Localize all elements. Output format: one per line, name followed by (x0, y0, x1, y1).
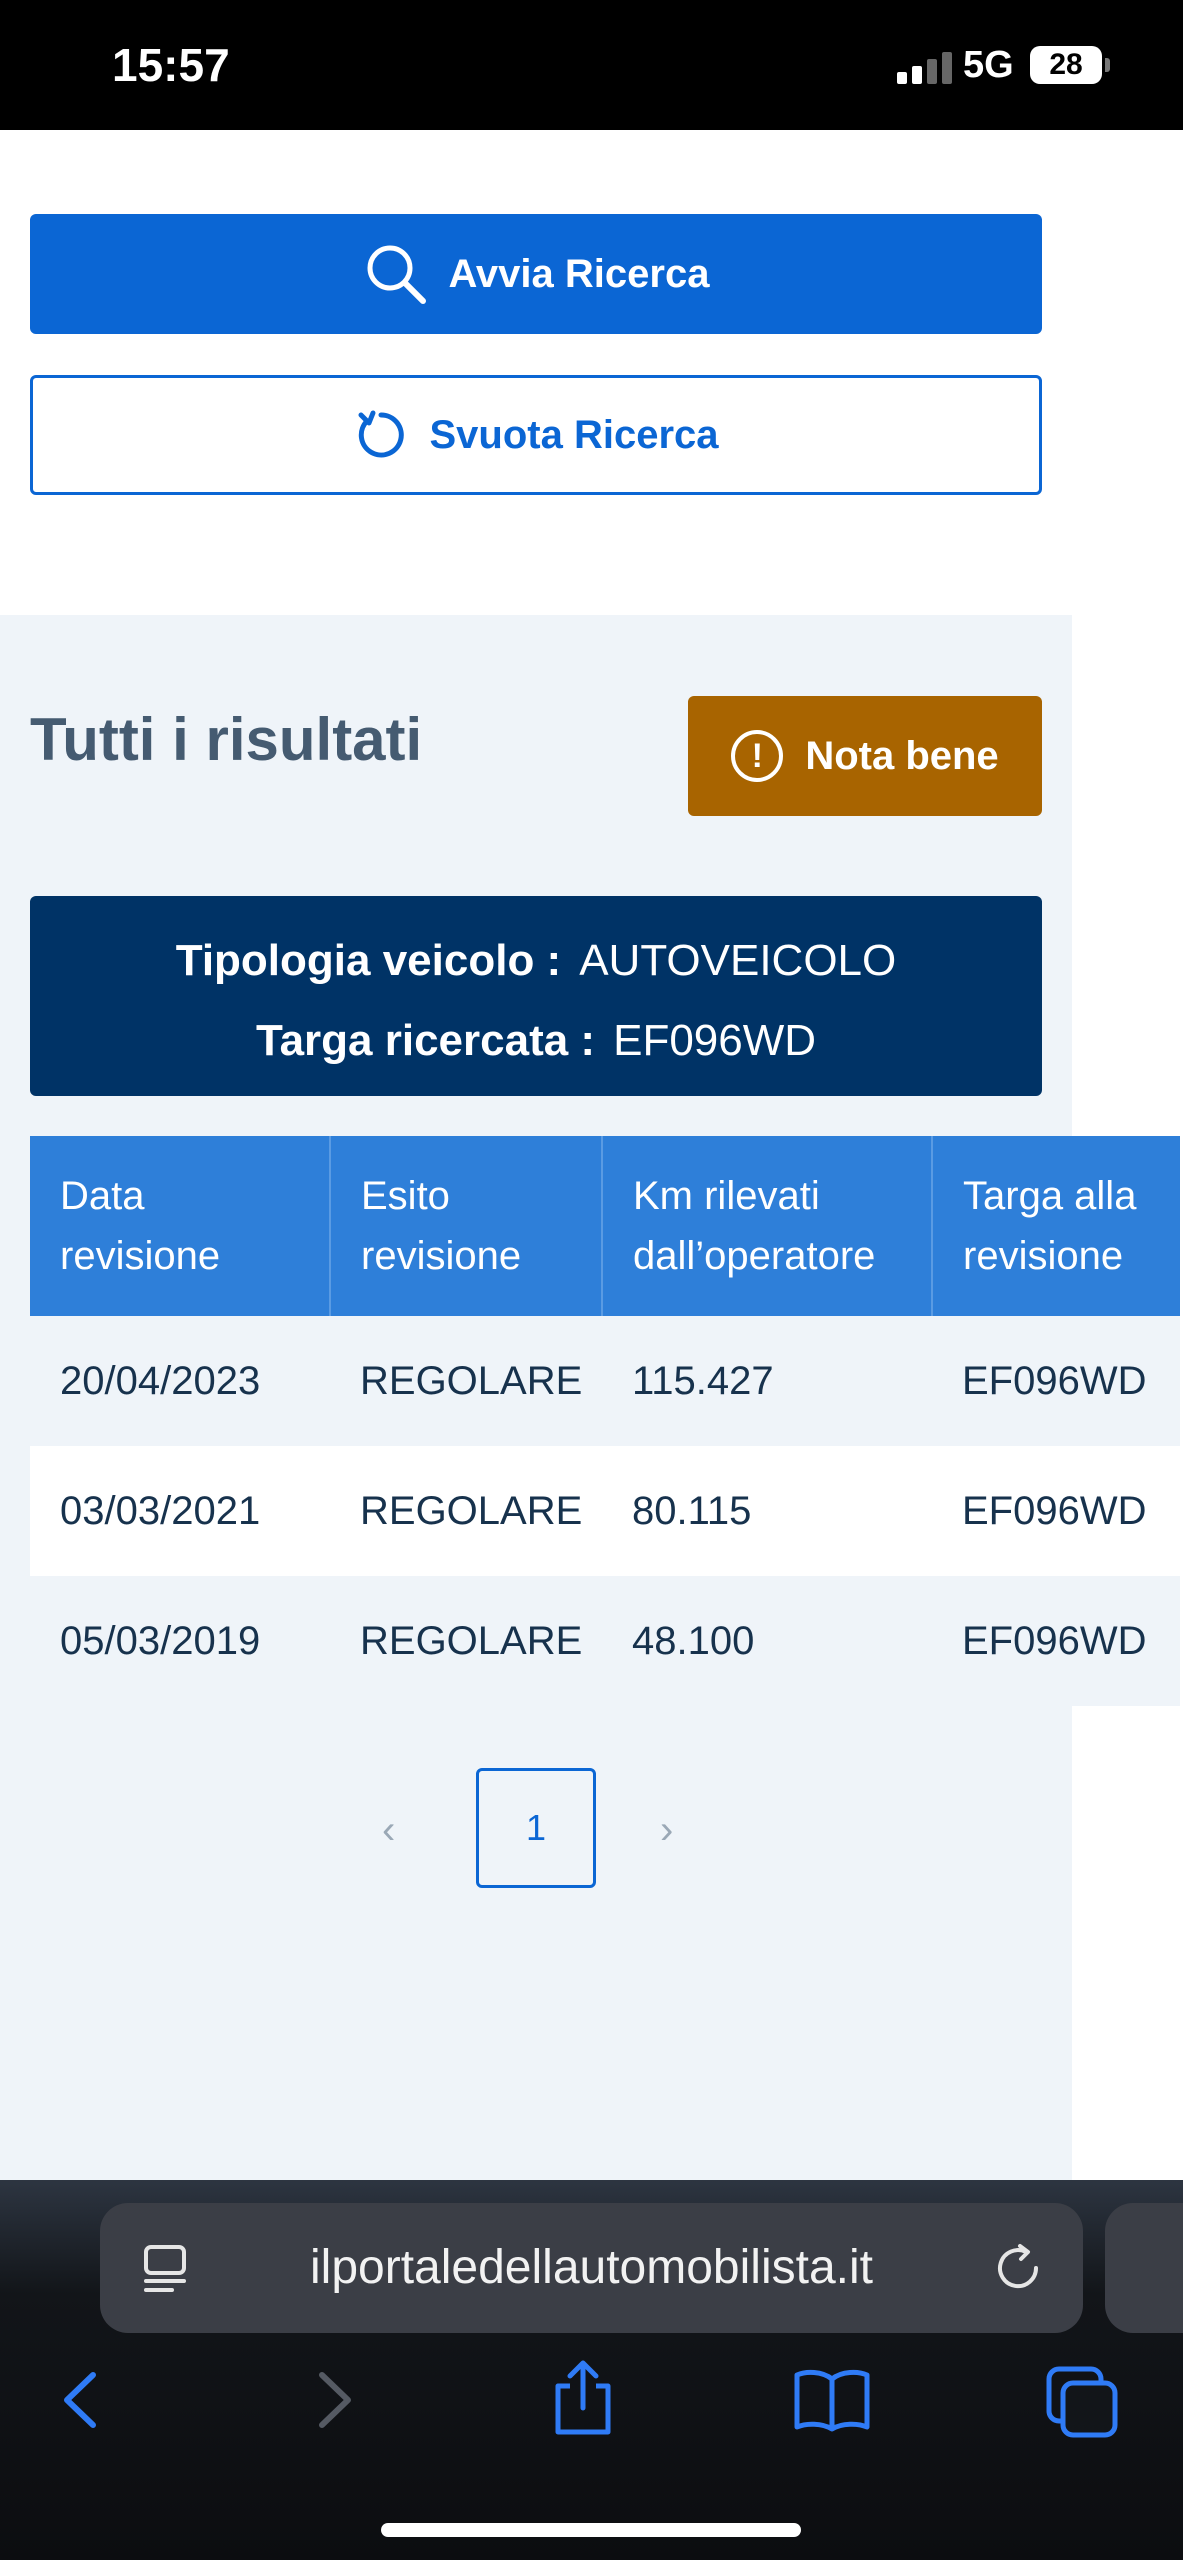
bookmarks-icon[interactable] (792, 2365, 872, 2435)
cell-plate: EF096WD (932, 1576, 1180, 1706)
page-number: 1 (525, 1807, 547, 1848)
battery-icon: 28 (1030, 46, 1102, 84)
table-header-row: Data revisione Esito revisione Km rileva… (30, 1136, 1180, 1316)
column-header-date: Data revisione (30, 1136, 331, 1316)
results-table: Data revisione Esito revisione Km rileva… (30, 1136, 1180, 1706)
plate-value: EF096WD (613, 1016, 817, 1065)
vehicle-type-line: Tipologia veicolo : AUTOVEICOLO (30, 921, 1042, 1001)
table-row: 05/03/2019 REGOLARE 48.100 EF096WD (30, 1576, 1180, 1706)
note-button[interactable]: ! Nota bene (688, 696, 1042, 816)
cell-outcome: REGOLARE (330, 1446, 602, 1576)
battery-tip (1105, 58, 1110, 72)
column-header-km: Km rilevati dall’operatore (602, 1136, 933, 1316)
next-tab-preview[interactable] (1105, 2203, 1183, 2333)
home-indicator (381, 2523, 801, 2537)
cell-date: 03/03/2021 (30, 1446, 330, 1576)
cell-km: 115.427 (602, 1316, 932, 1446)
exclamation-icon: ! (731, 730, 784, 782)
cell-km: 48.100 (602, 1576, 932, 1706)
search-icon (367, 245, 426, 304)
cell-plate: EF096WD (932, 1446, 1180, 1576)
reload-icon[interactable] (990, 2240, 1046, 2296)
results-title: Tutti i risultati (30, 706, 423, 773)
cell-outcome: REGOLARE (330, 1576, 602, 1706)
search-info-box: Tipologia veicolo : AUTOVEICOLO Targa ric… (30, 896, 1042, 1096)
status-time: 15:57 (112, 39, 230, 91)
network-type: 5G (963, 44, 1014, 86)
status-bar: 15:57 5G 28 (0, 0, 1183, 130)
vehicle-type-label: Tipologia veicolo : (175, 936, 562, 985)
tabs-icon[interactable] (1045, 2365, 1121, 2441)
results-table-container[interactable]: Data revisione Esito revisione Km rileva… (30, 1136, 1183, 1706)
search-button-label: Avvia Ricerca (448, 251, 710, 296)
clear-button-label: Svuota Ricerca (429, 412, 719, 457)
page-menu-icon[interactable] (140, 2243, 192, 2295)
url-text: ilportaledellautomobilista.it (310, 2241, 873, 2294)
note-button-label: Nota bene (805, 733, 999, 778)
cell-date: 20/04/2023 (30, 1316, 330, 1446)
plate-label: Targa ricercata : (255, 1016, 596, 1065)
address-bar[interactable]: ilportaledellautomobilista.it (100, 2203, 1083, 2333)
cell-km: 80.115 (602, 1446, 932, 1576)
plate-line: Targa ricercata : EF096WD (30, 1001, 1042, 1081)
clear-search-button[interactable]: Svuota Ricerca (30, 375, 1042, 495)
page-1-button[interactable]: 1 (476, 1768, 596, 1888)
vehicle-type-value: AUTOVEICOLO (579, 936, 897, 985)
cell-plate: EF096WD (932, 1316, 1180, 1446)
previous-page-chevron-icon[interactable]: ‹ (382, 1808, 395, 1853)
table-row: 03/03/2021 REGOLARE 80.115 EF096WD (30, 1446, 1180, 1576)
forward-arrow-icon[interactable] (310, 2365, 360, 2435)
pagination: ‹ 1 › (0, 1768, 1072, 1888)
signal-strength-icon (897, 50, 953, 84)
search-button[interactable]: Avvia Ricerca (30, 214, 1042, 334)
next-page-chevron-icon[interactable]: › (660, 1808, 673, 1853)
cell-outcome: REGOLARE (330, 1316, 602, 1446)
reset-icon (358, 410, 405, 458)
table-row: 20/04/2023 REGOLARE 115.427 EF096WD (30, 1316, 1180, 1446)
column-header-plate: Targa alla revisione (932, 1136, 1180, 1316)
column-header-outcome: Esito revisione (330, 1136, 603, 1316)
battery-level: 28 (1049, 48, 1083, 81)
back-arrow-icon[interactable] (55, 2365, 105, 2435)
share-icon[interactable] (550, 2358, 616, 2438)
cell-date: 05/03/2019 (30, 1576, 330, 1706)
